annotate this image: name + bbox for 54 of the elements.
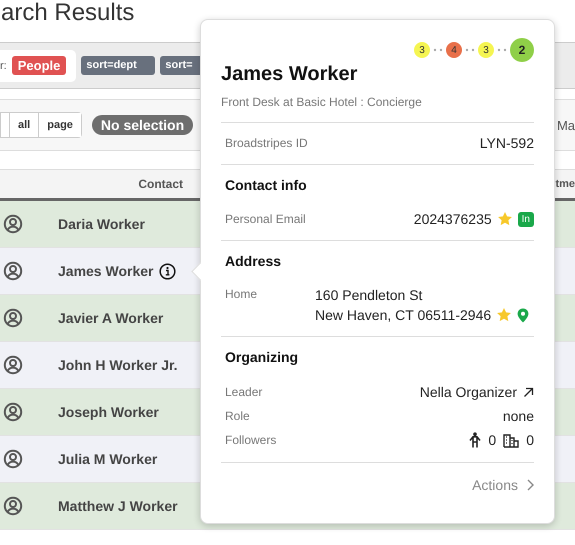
score-badge: 3 [478, 42, 494, 58]
chevron-right-icon [526, 479, 534, 491]
selection-badge: No selection [92, 115, 194, 135]
score-badge: 4 [446, 42, 462, 58]
dots-icon [465, 48, 475, 52]
field-value: New Haven, CT 06511-2946 [315, 307, 492, 323]
person-icon [3, 214, 23, 234]
person-icon [3, 402, 23, 422]
contact-name[interactable]: Matthew J Worker [58, 498, 178, 514]
external-link-icon [523, 386, 534, 398]
actions-button[interactable]: Actions [472, 477, 534, 493]
score-badge: 2 [510, 38, 534, 62]
field-value: 2024376235 [414, 211, 492, 227]
column-header[interactable]: tme [555, 178, 575, 190]
field-label: Home [225, 287, 258, 301]
contact-name[interactable]: John H Worker Jr. [58, 357, 178, 373]
person-icon [3, 308, 23, 328]
contact-name[interactable]: Julia M Worker [58, 451, 158, 467]
field-label: Personal Email [225, 212, 306, 226]
field-value: LYN-592 [480, 135, 534, 151]
select-button[interactable]: page [38, 113, 81, 137]
contact-name[interactable]: Javier A Worker [58, 310, 164, 326]
section-title: Address [225, 253, 282, 269]
filter-label: r: [0, 60, 7, 72]
contact-name[interactable]: Joseph Worker [58, 404, 159, 420]
field-value: 160 Pendleton St [315, 287, 422, 303]
type-badge[interactable]: People [12, 56, 66, 75]
field-value: 0 [526, 432, 534, 448]
contact-name[interactable]: James Worker [58, 263, 154, 279]
field-label: Role [225, 409, 250, 423]
section-title: Contact info [225, 177, 308, 193]
section-title: Organizing [225, 349, 300, 365]
dots-icon [433, 48, 443, 52]
status-badge: In [518, 212, 534, 226]
toolbar-label: Ma [556, 118, 575, 132]
score-badge: 3 [414, 42, 430, 58]
field-label: Broadstripes ID [225, 136, 308, 150]
person-icon [3, 449, 23, 469]
contact-name[interactable]: Daria Worker [58, 216, 145, 232]
page-title: arch Results [0, 0, 136, 28]
dots-icon [497, 48, 507, 52]
building-icon [503, 432, 520, 448]
leader-link[interactable]: Nella Organizer [420, 384, 534, 400]
field-value: 0 [488, 432, 496, 448]
person-icon [3, 496, 23, 516]
field-label: Followers [225, 433, 276, 447]
person-icon [469, 432, 482, 448]
person-icon [3, 261, 23, 281]
person-icon [3, 355, 23, 375]
sort-tag[interactable]: sort=dept [81, 56, 156, 75]
contact-subtitle: Front Desk at Basic Hotel : Concierge [221, 95, 423, 109]
field-label: Leader [225, 385, 262, 399]
column-header[interactable]: Contact [30, 177, 183, 191]
field-value: none [502, 408, 534, 424]
